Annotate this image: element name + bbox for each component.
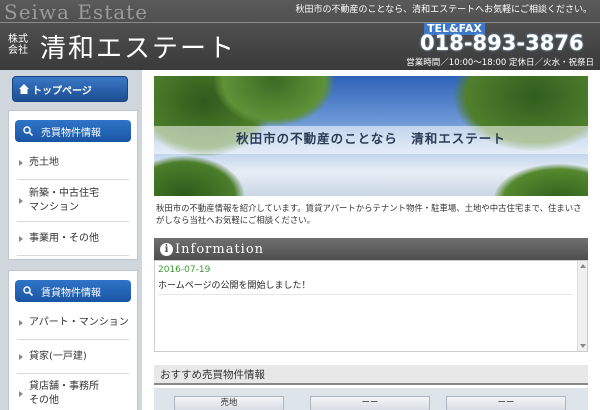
arrow-right-icon (19, 319, 23, 326)
sidebar-item-label: 新築・中古住宅 マンション (29, 187, 99, 213)
arrow-right-icon (19, 353, 23, 360)
search-icon (23, 286, 33, 296)
arrow-right-icon (19, 197, 23, 204)
hero-title: 秋田市の不動産のことなら 清和エステート (236, 131, 506, 146)
sale-panel-heading-label: 売買物件情報 (41, 127, 101, 139)
brand-kabushiki: 株式会社 (8, 34, 28, 56)
sidebar-item-label: 貸店舗・事務所 その他 (29, 381, 99, 406)
rent-panel-heading[interactable]: 賃貸物件情報 (15, 280, 131, 302)
sidebar-item-house-sale[interactable]: 新築・中古住宅 マンション (17, 180, 129, 222)
sidebar-item-label: 事業用・その他 (29, 232, 99, 244)
recommend-card[interactable]: ーー (310, 396, 430, 410)
info-message: ホームページの公開を開始しました！ (158, 281, 311, 291)
search-icon (23, 126, 33, 136)
main-content: 秋田市の不動産のことなら 清和エステート 秋田市の不動産情報を紹介しています。賃… (142, 70, 600, 410)
sidebar-item-label: 貸家(一戸建) (29, 350, 87, 362)
arrow-right-icon (19, 159, 23, 166)
info-icon: i (160, 242, 173, 256)
sidebar-item-business-sale[interactable]: 事業用・その他 (17, 222, 129, 256)
site-logo[interactable]: 清和エステート (40, 28, 236, 65)
site-header: Seiwa Estate 秋田市の不動産のことなら、清和エステートへお気軽にご相… (0, 0, 600, 70)
recommend-card[interactable]: ーー (446, 396, 566, 410)
tree-foliage (494, 164, 588, 196)
scroll-up-icon[interactable] (580, 264, 586, 268)
sidebar-item-label: 売土地 (29, 156, 59, 168)
home-icon (19, 84, 29, 94)
brand-english: Seiwa Estate (4, 0, 149, 24)
info-date: 2016-07-19 (158, 265, 211, 275)
information-title: Information (175, 241, 265, 257)
sale-panel-heading[interactable]: 売買物件情報 (15, 120, 131, 142)
header-tagline: 秋田市の不動産のことなら、清和エステートへお気軽にご相談ください。 (295, 5, 592, 15)
header-divider (0, 22, 600, 23)
arrow-right-icon (19, 391, 23, 397)
sidebar-item-land-sale[interactable]: 売土地 (17, 146, 129, 180)
information-header: i Information (154, 238, 588, 260)
scroll-down-icon[interactable] (580, 344, 586, 348)
business-hours: 営業時間／10:00～18:00 定休日／火水・祝祭日 (406, 58, 594, 68)
sidebar: トップページ 売買物件情報 売土地 新築・中古住宅 マンション 事業用・その他 (0, 70, 142, 410)
intro-text: 秋田市の不動産情報を紹介しています。賃貸アパートからテナント物件・駐車場、土地や… (156, 203, 582, 225)
top-page-label: トップページ (32, 85, 92, 97)
rent-panel: 賃貸物件情報 アパート・マンション 貸家(一戸建) 貸店舗・事務所 その他 (8, 270, 138, 410)
arrow-right-icon (19, 235, 23, 242)
tree-foliage (154, 156, 244, 196)
recommend-header: おすすめ売買物件情報 (154, 365, 588, 385)
info-divider (158, 294, 573, 295)
sidebar-item-apartment[interactable]: アパート・マンション (17, 306, 129, 340)
tel-number: 018-893-3876 (420, 31, 584, 55)
information-list[interactable]: 2016-07-19 ホームページの公開を開始しました！ (154, 260, 588, 352)
recommend-card[interactable]: 売地 (174, 396, 284, 410)
sidebar-item-label: アパート・マンション (29, 316, 129, 328)
sidebar-item-shop-office[interactable]: 貸店舗・事務所 その他 (17, 374, 129, 410)
rent-panel-heading-label: 賃貸物件情報 (41, 287, 101, 299)
information-scrollbar[interactable] (577, 261, 587, 351)
sale-panel: 売買物件情報 売土地 新築・中古住宅 マンション 事業用・その他 (8, 110, 138, 260)
recommend-cards: 売地 ーー ーー (154, 388, 588, 410)
hero-banner: 秋田市の不動産のことなら 清和エステート (154, 76, 588, 196)
top-page-button[interactable]: トップページ (12, 76, 128, 102)
sidebar-item-house-rent[interactable]: 貸家(一戸建) (17, 340, 129, 374)
